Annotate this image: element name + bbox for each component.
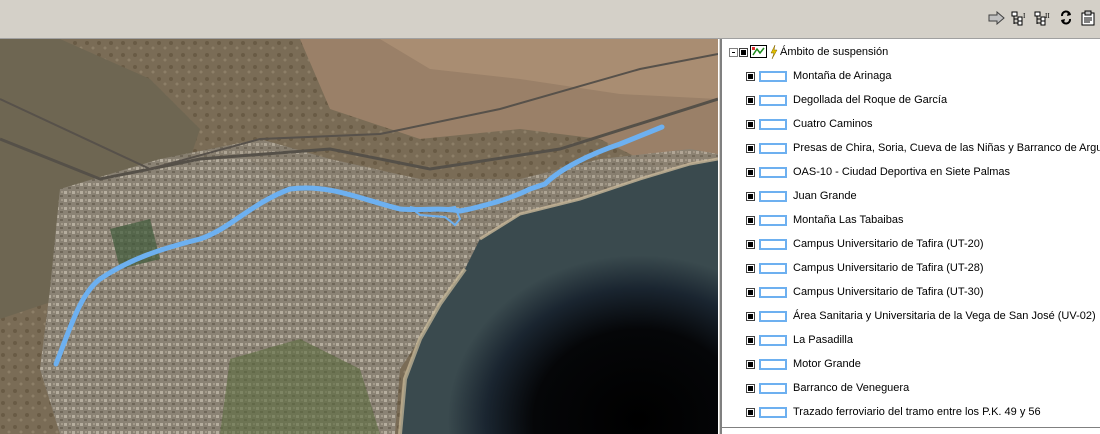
- layer-checkbox[interactable]: [746, 263, 755, 273]
- legend-layer-item[interactable]: Trazado ferroviario del tramo entre los …: [746, 404, 1041, 420]
- layer-checkbox[interactable]: [746, 335, 755, 345]
- layer-swatch: [759, 70, 787, 82]
- layer-label: Campus Universitario de Tafira (UT-28): [793, 262, 984, 274]
- layer-swatch: [759, 190, 787, 202]
- layer-label: Trazado ferroviario del tramo entre los …: [793, 406, 1041, 418]
- layer-checkbox[interactable]: [746, 119, 755, 129]
- layer-checkbox[interactable]: [746, 215, 755, 225]
- layer-swatch: [759, 406, 787, 418]
- svg-text:II: II: [1045, 12, 1050, 20]
- toolbar: I II: [0, 0, 1100, 39]
- layer-checkbox[interactable]: [746, 95, 755, 105]
- layer-swatch: [759, 382, 787, 394]
- layer-label: Montaña de Arinaga: [793, 70, 892, 82]
- layer-checkbox[interactable]: [746, 167, 755, 177]
- layer-checkbox[interactable]: [746, 359, 755, 369]
- properties-icon[interactable]: [1079, 8, 1098, 27]
- layer-checkbox[interactable]: [746, 407, 755, 417]
- layer-swatch: [759, 214, 787, 226]
- layer-label: Barranco de Veneguera: [793, 382, 910, 394]
- layer-label: Presas de Chira, Soria, Cueva de las Niñ…: [793, 142, 1100, 154]
- layer-swatch: [759, 238, 787, 250]
- layer-label: Motor Grande: [793, 358, 861, 370]
- layer-checkbox[interactable]: [746, 239, 755, 249]
- layer-checkbox[interactable]: [746, 287, 755, 297]
- tree-view-1-icon[interactable]: I: [1010, 8, 1029, 27]
- legend-layer-item[interactable]: Campus Universitario de Tafira (UT-30): [746, 284, 984, 300]
- layer-checkbox[interactable]: [746, 71, 755, 81]
- legend-layer-item[interactable]: Juan Grande: [746, 188, 857, 204]
- layer-label: Degollada del Roque de García: [793, 94, 948, 106]
- layer-swatch: [759, 286, 787, 298]
- legend-layer-item[interactable]: Motor Grande: [746, 356, 861, 372]
- legend-layer-item[interactable]: Barranco de Veneguera: [746, 380, 909, 396]
- layer-checkbox[interactable]: [746, 383, 755, 393]
- arrow-right-icon[interactable]: [987, 8, 1006, 27]
- legend-group-ambito[interactable]: Ámbito de suspensión: [722, 44, 888, 60]
- layer-label: Montaña Las Tabaibas: [793, 214, 904, 226]
- next-group-row: [722, 427, 1100, 434]
- layer-swatch: [759, 358, 787, 370]
- legend-layer-item[interactable]: Degollada del Roque de García: [746, 92, 947, 108]
- legend-layer-item[interactable]: Presas de Chira, Soria, Cueva de las Niñ…: [746, 140, 1100, 156]
- legend-layer-item[interactable]: Montaña de Arinaga: [746, 68, 891, 84]
- legend-group-label: Ámbito de suspensión: [780, 46, 889, 58]
- layer-swatch: [759, 262, 787, 274]
- legend-layer-item[interactable]: Área Sanitaria y Universitaria de la Veg…: [746, 308, 1096, 324]
- layer-label: OAS-10 - Ciudad Deportiva en Siete Palma…: [793, 166, 1011, 178]
- layer-label: Área Sanitaria y Universitaria de la Veg…: [793, 310, 1096, 322]
- layer-swatch: [759, 142, 787, 154]
- layer-label: Juan Grande: [793, 190, 857, 202]
- legend-layer-item[interactable]: Cuatro Caminos: [746, 116, 872, 132]
- layer-checkbox[interactable]: [746, 143, 755, 153]
- lightning-icon: [770, 45, 778, 59]
- layer-group-icon: [750, 45, 767, 58]
- tree-view-2-icon[interactable]: II: [1033, 8, 1052, 27]
- legend-layer-item[interactable]: Montaña Las Tabaibas: [746, 212, 904, 228]
- layer-label: Cuatro Caminos: [793, 118, 873, 130]
- legend-layer-item[interactable]: Campus Universitario de Tafira (UT-20): [746, 236, 984, 252]
- map-view[interactable]: [0, 39, 718, 434]
- group-checkbox[interactable]: [739, 47, 748, 57]
- satellite-map[interactable]: [0, 39, 718, 434]
- layer-checkbox[interactable]: [746, 191, 755, 201]
- layer-label: La Pasadilla: [793, 334, 853, 346]
- layer-swatch: [759, 334, 787, 346]
- legend-layer-item[interactable]: OAS-10 - Ciudad Deportiva en Siete Palma…: [746, 164, 1010, 180]
- layer-label: Campus Universitario de Tafira (UT-30): [793, 286, 984, 298]
- layer-swatch: [759, 310, 787, 322]
- layer-swatch: [759, 166, 787, 178]
- layer-checkbox[interactable]: [746, 311, 755, 321]
- sync-icon[interactable]: [1056, 8, 1075, 27]
- toolbar-buttons: I II: [987, 8, 1098, 27]
- svg-text:I: I: [1023, 12, 1026, 20]
- legend-panel: Ámbito de suspensión Montaña de Arinaga D…: [721, 39, 1100, 434]
- layer-swatch: [759, 118, 787, 130]
- layer-swatch: [759, 94, 787, 106]
- legend-layer-item[interactable]: Campus Universitario de Tafira (UT-28): [746, 260, 984, 276]
- layer-label: Campus Universitario de Tafira (UT-20): [793, 238, 984, 250]
- legend-layer-item[interactable]: La Pasadilla: [746, 332, 853, 348]
- collapse-icon[interactable]: [729, 47, 738, 57]
